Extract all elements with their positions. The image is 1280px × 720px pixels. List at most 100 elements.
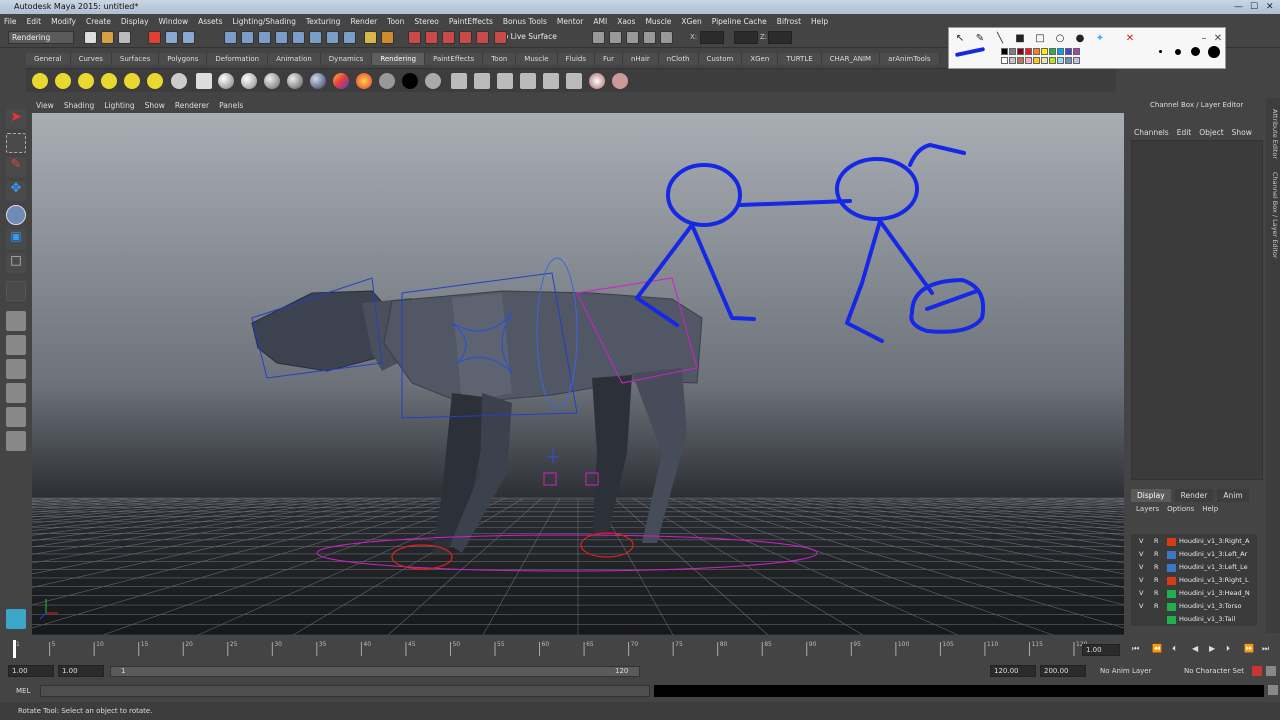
menu-item[interactable]: Edit (27, 17, 42, 26)
perspective-viewport[interactable] (32, 113, 1124, 635)
layer-reference-toggle[interactable]: R (1154, 574, 1159, 587)
shelf-tab[interactable]: PaintEffects (425, 53, 484, 65)
command-input[interactable] (40, 685, 650, 697)
shelf-tab[interactable]: XGen (742, 53, 779, 65)
persp-graph-layout-icon[interactable] (6, 383, 26, 403)
start-time-field[interactable]: 1.00 (8, 665, 54, 677)
layer-row[interactable]: V R Houdini_v1_3:Left_Le (1131, 561, 1257, 574)
shelf-tab[interactable]: Dynamics (320, 53, 373, 65)
layer-visibility-toggle[interactable]: V (1139, 535, 1143, 548)
menu-set-dropdown[interactable]: Rendering (8, 31, 74, 44)
shelf-tab[interactable]: arAnimTools (880, 53, 940, 65)
menu-item[interactable]: Window (159, 17, 189, 26)
menu-item[interactable]: Texturing (306, 17, 341, 26)
snap-point-icon[interactable] (442, 31, 455, 44)
layer-visibility-toggle[interactable]: V (1139, 548, 1143, 561)
panel-menu-item[interactable]: Panels (219, 101, 243, 110)
layer-row[interactable]: V R Houdini_v1_3:Right_L (1131, 574, 1257, 587)
menu-item[interactable]: XGen (681, 17, 701, 26)
minimize-icon[interactable]: — (1234, 0, 1243, 14)
render-settings-icon[interactable] (643, 31, 656, 44)
script-editor-icon[interactable] (1268, 685, 1278, 695)
toolbar-close-icon[interactable]: ✕ (1211, 32, 1225, 46)
spot-light-icon[interactable] (101, 73, 117, 89)
go-to-start-icon[interactable]: ⏮ (1132, 644, 1139, 654)
make-live-icon[interactable] (476, 31, 489, 44)
ambient-light-icon[interactable] (55, 73, 71, 89)
current-time-marker[interactable] (13, 640, 16, 658)
shelf-tab[interactable]: CHAR_ANIM (821, 53, 881, 65)
shelf-tab[interactable]: Rendering (372, 53, 426, 65)
render-layer-icon[interactable] (543, 73, 559, 89)
x-field[interactable] (700, 31, 724, 44)
layer-row[interactable]: V R Houdini_v1_3:Left_Ar (1131, 548, 1257, 561)
range-start-field[interactable]: 1.00 (58, 665, 104, 677)
layer-reference-toggle[interactable]: R (1154, 561, 1159, 574)
color-swatch[interactable] (1025, 57, 1032, 64)
layer-row[interactable]: V R Houdini_v1_3:Right_A (1131, 535, 1257, 548)
ambient-occlusion-icon[interactable] (589, 73, 605, 89)
area-light-icon[interactable] (124, 73, 140, 89)
menu-item[interactable]: Bifrost (777, 17, 801, 26)
phong-e-icon[interactable] (287, 73, 303, 89)
shelf-tab[interactable]: Animation (268, 53, 321, 65)
highlight-selection-icon[interactable] (381, 31, 394, 44)
ellipse-icon[interactable]: ○ (1053, 32, 1067, 46)
layer-reference-toggle[interactable]: R (1154, 587, 1159, 600)
layer-visibility-toggle[interactable]: V (1139, 600, 1143, 613)
step-back-key-icon[interactable]: ⏪ (1152, 644, 1162, 653)
layer-color-swatch[interactable] (1167, 564, 1176, 572)
pointer-icon[interactable]: ↖ (953, 32, 967, 46)
empty-tool-slot[interactable] (6, 281, 26, 301)
layer-reference-toggle[interactable]: R (1154, 548, 1159, 561)
connection-editor-icon[interactable] (497, 73, 513, 89)
panel-menu-item[interactable]: View (36, 101, 54, 110)
color-swatch[interactable] (1025, 48, 1032, 55)
menu-item[interactable]: Modify (51, 17, 76, 26)
filled-rect-icon[interactable]: ■ (1013, 32, 1027, 46)
shelf-tab[interactable]: Polygons (159, 53, 208, 65)
hypershade-icon[interactable] (660, 31, 673, 44)
shelf-tab[interactable]: nHair (622, 53, 659, 65)
color-swatch[interactable] (1017, 48, 1024, 55)
mask-uv-icon[interactable] (275, 31, 288, 44)
mask-vertex-icon[interactable] (224, 31, 237, 44)
assign-material-icon[interactable] (451, 73, 467, 89)
menu-item[interactable]: Help (811, 17, 828, 26)
go-to-end-icon[interactable]: ⏭ (1262, 644, 1269, 654)
layer-visibility-toggle[interactable]: V (1139, 574, 1143, 587)
color-swatch[interactable] (1049, 57, 1056, 64)
scale-tool-icon[interactable]: ▣ (6, 229, 26, 249)
color-swatch[interactable] (1033, 48, 1040, 55)
mask-misc-icon[interactable] (326, 31, 339, 44)
directional-light-icon[interactable] (78, 73, 94, 89)
menu-item[interactable]: Stereo (414, 17, 438, 26)
render-frame-icon[interactable] (609, 31, 622, 44)
layer-menu-item[interactable]: Layers (1136, 505, 1159, 513)
menu-item[interactable]: Assets (198, 17, 222, 26)
z-field[interactable] (768, 31, 792, 44)
menu-item[interactable]: Xaos (617, 17, 635, 26)
color-swatch[interactable] (1057, 48, 1064, 55)
relationship-editor-icon[interactable] (520, 73, 536, 89)
lock-selection-icon[interactable] (364, 31, 377, 44)
layer-tab[interactable]: Render (1174, 489, 1214, 502)
color-swatch[interactable] (1001, 57, 1008, 64)
mask-curve-icon[interactable] (292, 31, 305, 44)
select-component-icon[interactable] (182, 31, 195, 44)
layer-tab[interactable]: Display (1131, 489, 1171, 502)
highlighter-icon[interactable]: ✦ (1093, 32, 1107, 46)
menu-item[interactable]: Create (86, 17, 111, 26)
select-object-icon[interactable] (165, 31, 178, 44)
layer-reference-toggle[interactable]: R (1154, 600, 1159, 613)
shading-map-icon[interactable] (425, 73, 441, 89)
shelf-tab[interactable]: nCloth (658, 53, 699, 65)
layer-row[interactable]: Houdini_v1_3:Tail (1131, 613, 1257, 626)
mask-surface-icon[interactable] (309, 31, 322, 44)
select-tool-icon[interactable]: ➤ (6, 109, 26, 129)
hik-character-icon[interactable] (6, 609, 26, 629)
menu-item[interactable]: Toon (387, 17, 404, 26)
close-icon[interactable]: ✕ (1266, 0, 1274, 14)
color-swatch[interactable] (1041, 48, 1048, 55)
layer-menu-item[interactable]: Help (1202, 505, 1218, 513)
